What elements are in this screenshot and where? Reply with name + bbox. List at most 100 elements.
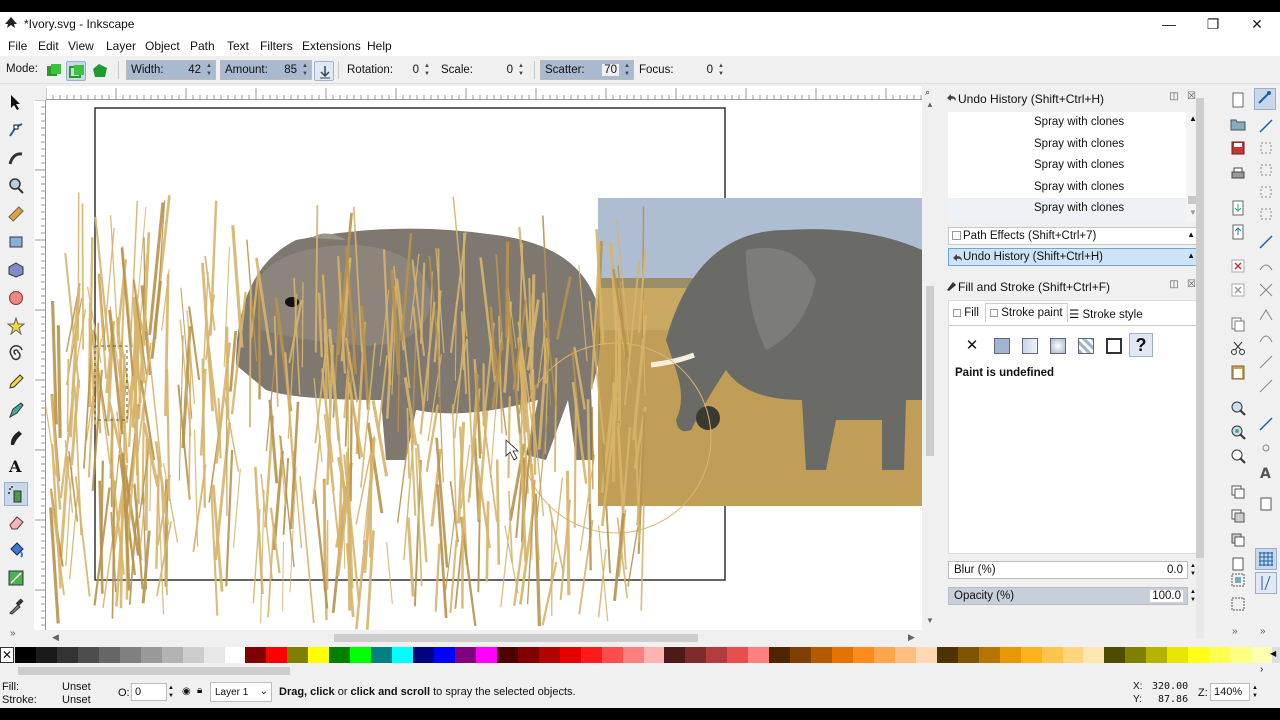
snap-bbox-center-icon[interactable] — [1258, 206, 1274, 222]
list-item[interactable]: Spray with clones — [1034, 181, 1124, 193]
undo-history-bar[interactable]: Undo History (Shift+Ctrl+H) ▲ — [948, 248, 1202, 266]
drawing-canvas[interactable] — [46, 100, 922, 630]
zoom-drawing-icon[interactable] — [1230, 424, 1246, 440]
snap-bbox-icon[interactable] — [1258, 118, 1274, 134]
zoom-selection-icon[interactable] — [1230, 400, 1246, 416]
snap-toggle-button[interactable] — [1254, 88, 1276, 110]
scatter-spinbox[interactable]: Scatter: 70 ▲ ▼ — [540, 60, 634, 80]
spray-copies-mode-button[interactable] — [44, 61, 64, 81]
canvas-vertical-scrollbar[interactable]: ⌕ ▲ ▼ — [922, 86, 938, 630]
rotation-spin-arrows-icon[interactable]: ▲ ▼ — [422, 62, 432, 78]
pressure-toggle-button[interactable] — [314, 61, 334, 81]
scale-spin-arrows-icon[interactable]: ▲ ▼ — [516, 62, 526, 78]
new-document-icon[interactable] — [1230, 92, 1246, 108]
pen-tool[interactable] — [4, 398, 28, 422]
snap-page-border-icon[interactable] — [1258, 496, 1274, 512]
scale-spinbox[interactable]: Scale: 0 ▲ ▼ — [436, 60, 528, 80]
spiral-tool[interactable] — [4, 342, 28, 366]
color-swatch[interactable] — [1020, 647, 1043, 663]
color-swatch[interactable] — [182, 647, 205, 663]
no-color-swatch-icon[interactable]: ✕ — [0, 647, 14, 663]
snap-path-icon[interactable] — [1258, 258, 1274, 274]
close-panel-icon[interactable]: ☒ — [1187, 279, 1196, 290]
width-spin-arrows-icon[interactable]: ▲ ▼ — [204, 62, 214, 78]
color-swatch[interactable] — [496, 647, 519, 663]
no-paint-x-icon[interactable]: ✕ — [961, 335, 983, 357]
snap-nodes-icon[interactable] — [1258, 234, 1274, 250]
snap-text-baseline-icon[interactable] — [1258, 440, 1274, 456]
snap-smooth-nodes-icon[interactable] — [1258, 330, 1274, 346]
menu-edit[interactable]: Edit — [38, 39, 59, 53]
iconify-icon[interactable]: ◫ — [1169, 279, 1178, 290]
snap-bbox-corner-icon[interactable] — [1258, 162, 1274, 178]
palette-menu-arrow-icon[interactable]: ◀ — [1270, 649, 1276, 658]
menu-text[interactable]: Text — [227, 39, 249, 53]
dock-scrollbar[interactable] — [1196, 98, 1204, 638]
color-swatch[interactable] — [915, 647, 938, 663]
color-swatch[interactable] — [454, 647, 477, 663]
zoom-tool[interactable] — [4, 174, 28, 198]
list-item[interactable]: Spray with clones — [1034, 138, 1124, 150]
export-icon[interactable] — [1230, 224, 1246, 240]
pattern-button[interactable] — [1075, 335, 1097, 357]
linear-gradient-button[interactable] — [1019, 335, 1041, 357]
color-swatch[interactable] — [475, 647, 498, 663]
redo-icon[interactable] — [1230, 282, 1246, 298]
vertical-scroll-thumb[interactable] — [926, 286, 934, 456]
snap-guides-button[interactable] — [1255, 572, 1277, 594]
width-spinbox[interactable]: Width: 42 ▲ ▼ — [126, 60, 216, 80]
color-swatch[interactable] — [140, 647, 163, 663]
color-swatch[interactable] — [371, 647, 393, 663]
color-swatch[interactable] — [15, 647, 37, 663]
color-swatch[interactable] — [350, 647, 372, 663]
menu-file[interactable]: File — [8, 39, 27, 53]
color-swatch[interactable] — [1104, 647, 1126, 663]
layer-dropdown[interactable]: Layer 1 ⌄ — [210, 682, 272, 702]
color-swatch[interactable] — [748, 647, 770, 663]
color-swatch[interactable] — [622, 647, 644, 663]
copy-icon[interactable] — [1230, 316, 1246, 332]
tab-stroke-paint[interactable]: Stroke paint — [985, 303, 1068, 322]
stroke-value[interactable]: Unset — [62, 694, 91, 706]
calligraphy-tool[interactable] — [4, 426, 28, 450]
tab-stroke-style[interactable]: ☰ Stroke style — [1069, 307, 1143, 321]
canvas-horizontal-scrollbar[interactable]: ◀ ▶ — [46, 630, 922, 646]
text-tool[interactable]: A — [4, 454, 28, 478]
color-swatch[interactable] — [287, 647, 309, 663]
snap-bbox-edge-icon[interactable] — [1258, 140, 1274, 156]
amount-spin-arrows-icon[interactable]: ▲ ▼ — [300, 62, 310, 78]
zoom-spin-arrows-icon[interactable]: ▲ ▼ — [1252, 684, 1258, 700]
scroll-left-icon[interactable]: ◀ — [52, 632, 59, 643]
list-item[interactable]: Spray with clones — [1034, 159, 1124, 171]
rectangle-tool[interactable] — [4, 230, 28, 254]
opacity-spin-arrows-icon[interactable]: ▲ ▼ — [168, 684, 174, 700]
horizontal-scroll-thumb[interactable] — [334, 634, 698, 642]
amount-spinbox[interactable]: Amount: 85 ▲ ▼ — [220, 60, 312, 80]
color-swatch[interactable] — [1041, 647, 1063, 663]
menu-filters[interactable]: Filters — [260, 39, 293, 53]
color-swatch[interactable] — [894, 647, 917, 663]
color-swatch[interactable] — [769, 647, 791, 663]
more-commands-chevron-icon[interactable]: » — [1232, 626, 1238, 637]
color-swatch[interactable] — [35, 647, 58, 663]
palette-scroll-thumb[interactable] — [18, 667, 290, 675]
color-swatch[interactable] — [517, 647, 540, 663]
close-window-button[interactable]: ✕ — [1242, 14, 1272, 34]
node-tool[interactable] — [4, 118, 28, 142]
menu-help[interactable]: Help — [367, 39, 392, 53]
zoom-page-icon[interactable] — [1230, 448, 1246, 464]
paint-bucket-tool[interactable] — [4, 538, 28, 562]
expand-arrow-icon[interactable]: ▲ — [1187, 251, 1195, 260]
gradient-tool[interactable] — [4, 566, 28, 590]
color-swatch[interactable] — [1146, 647, 1168, 663]
opacity-field[interactable]: 0 — [131, 683, 167, 701]
palette-scrollbar[interactable]: › — [0, 664, 1280, 678]
color-swatch[interactable] — [203, 647, 225, 663]
menu-layer[interactable]: Layer — [106, 39, 136, 53]
color-swatch[interactable] — [538, 647, 561, 663]
color-swatch[interactable] — [853, 647, 875, 663]
dropper-tool[interactable] — [4, 594, 28, 618]
color-swatch[interactable] — [266, 647, 288, 663]
blur-slider[interactable]: Blur (%) 0.0 — [948, 561, 1188, 579]
iconify-icon[interactable]: ◫ — [1169, 91, 1178, 102]
